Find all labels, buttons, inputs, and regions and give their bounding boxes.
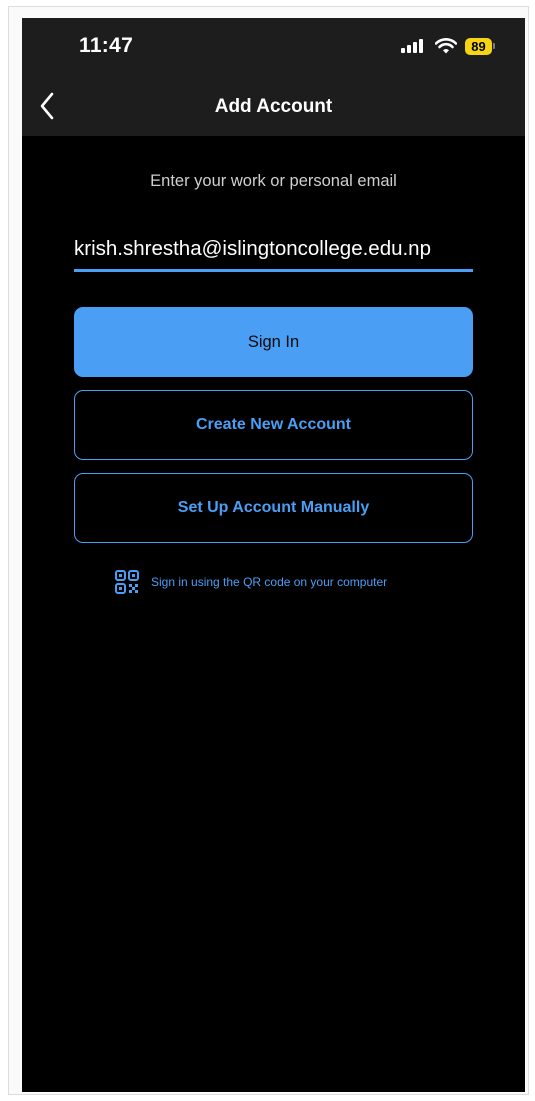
battery-icon: 89 xyxy=(465,37,495,55)
create-new-account-button[interactable]: Create New Account xyxy=(74,390,473,460)
wifi-icon xyxy=(435,38,457,54)
status-bar: 11:47 89 xyxy=(22,18,525,74)
qr-code-icon xyxy=(115,570,139,594)
status-icons: 89 xyxy=(401,34,495,58)
battery-tip xyxy=(493,43,495,49)
sign-in-button[interactable]: Sign In xyxy=(74,307,473,377)
email-input[interactable] xyxy=(74,228,473,272)
cellular-signal-icon xyxy=(401,39,425,53)
navigation-bar: Add Account xyxy=(22,74,525,136)
email-prompt: Enter your work or personal email xyxy=(150,172,397,190)
page-title: Add Account xyxy=(214,96,333,117)
status-time: 11:47 xyxy=(79,34,134,57)
battery-level: 89 xyxy=(465,37,492,55)
qr-sign-in-link[interactable]: Sign in using the QR code on your comput… xyxy=(115,570,387,594)
phone-screen: 11:47 89 Add Account Enter your work or … xyxy=(22,18,525,1092)
set-up-account-manually-button[interactable]: Set Up Account Manually xyxy=(74,473,473,543)
qr-sign-in-label: Sign in using the QR code on your comput… xyxy=(151,575,388,589)
